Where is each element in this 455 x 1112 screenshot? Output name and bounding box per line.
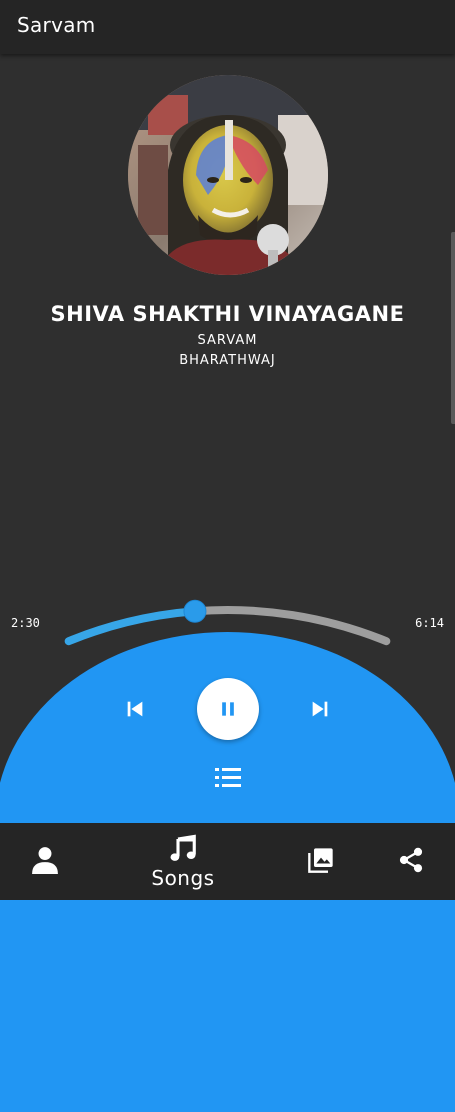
skip-previous-icon xyxy=(127,701,143,717)
music-note-icon xyxy=(170,834,196,861)
scroll-indicator[interactable] xyxy=(451,232,455,424)
previous-button[interactable] xyxy=(118,692,152,726)
photo-library-icon xyxy=(308,848,333,873)
elapsed-time: 2:30 xyxy=(11,616,40,630)
skip-next-icon xyxy=(312,701,328,717)
song-artist: BHARATHWAJ xyxy=(179,353,276,368)
nav-share[interactable] xyxy=(386,835,436,885)
nav-albums[interactable] xyxy=(296,835,346,885)
queue-button[interactable] xyxy=(210,760,246,796)
album-art-image xyxy=(128,75,328,275)
total-duration: 6:14 xyxy=(415,616,444,630)
person-icon xyxy=(32,847,58,874)
album-art xyxy=(128,75,328,275)
pause-icon xyxy=(222,702,234,716)
queue-list-icon xyxy=(215,768,241,787)
app-bar: Sarvam xyxy=(0,0,455,54)
play-pause-button[interactable] xyxy=(197,678,259,740)
nav-songs[interactable]: Songs xyxy=(140,829,226,895)
nav-songs-label: Songs xyxy=(151,866,215,890)
share-icon xyxy=(399,847,423,873)
app-title: Sarvam xyxy=(17,13,96,37)
bottom-navigation: Songs xyxy=(0,823,455,900)
song-album: SARVAM xyxy=(197,333,258,348)
seek-bar-thumb[interactable] xyxy=(183,599,207,623)
song-title: SHIVA SHAKTHI VINAYAGANE xyxy=(50,302,405,326)
nav-artists[interactable] xyxy=(20,835,70,885)
next-button[interactable] xyxy=(303,692,337,726)
